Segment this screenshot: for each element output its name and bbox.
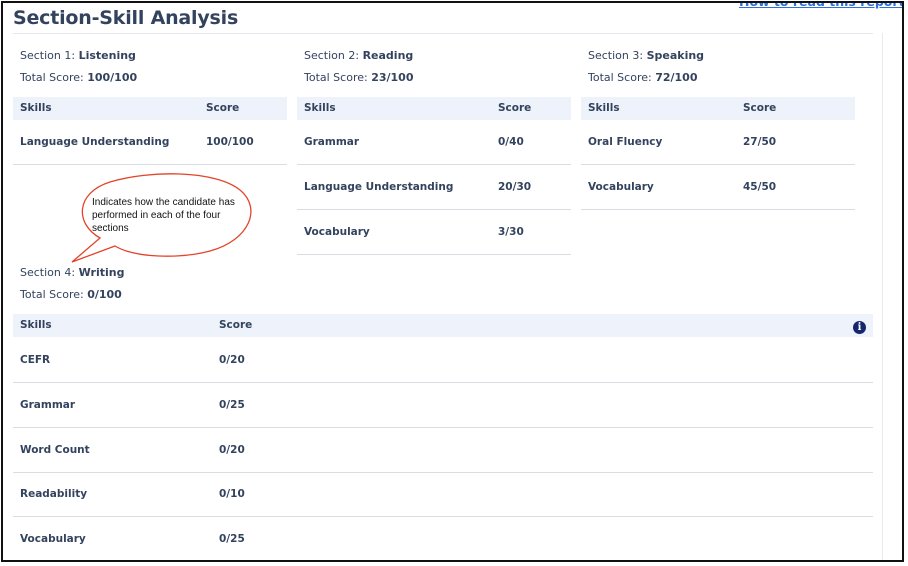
- section-1-score-value: 100/100: [87, 71, 138, 84]
- report-frame: Section-Skill Analysis How to read this …: [1, 1, 904, 562]
- section-3-prefix: Section 3:: [588, 49, 644, 62]
- section-2-name: Reading: [362, 49, 414, 62]
- skill-score: 0/20: [219, 354, 245, 366]
- right-divider: [882, 33, 883, 560]
- skill-name: Language Understanding: [304, 181, 454, 193]
- section-4-score-value: 0/100: [87, 288, 122, 301]
- info-icon[interactable]: i: [853, 321, 866, 334]
- skill-name: CEFR: [20, 354, 51, 366]
- column-header-skills: Skills: [20, 102, 52, 114]
- skill-name: Oral Fluency: [588, 136, 663, 148]
- column-header-skills: Skills: [588, 102, 620, 114]
- table-row: Vocabulary 3/30: [297, 210, 571, 255]
- skill-score: 0/25: [219, 533, 245, 545]
- section-4-table-header: Skills Score: [13, 314, 873, 337]
- section-1-name: Listening: [78, 49, 136, 62]
- header-divider: [13, 33, 873, 34]
- skill-score: 45/50: [743, 181, 777, 193]
- how-to-read-report-link[interactable]: How to read this report?: [739, 3, 902, 9]
- skill-score: 20/30: [498, 181, 532, 193]
- skill-score: 27/50: [743, 136, 777, 148]
- table-row: Language Understanding 20/30: [297, 165, 571, 210]
- section-3-name: Speaking: [646, 49, 705, 62]
- table-row: Word Count 0/20: [13, 428, 873, 473]
- skill-score: 100/100: [206, 136, 254, 148]
- section-1-table-header: Skills Score: [13, 97, 287, 120]
- skill-name: Grammar: [20, 399, 76, 411]
- skill-name: Vocabulary: [588, 181, 654, 193]
- skill-name: Language Understanding: [20, 136, 170, 148]
- page-title: Section-Skill Analysis: [13, 7, 239, 29]
- column-header-skills: Skills: [304, 102, 336, 114]
- section-2-total-score: Total Score: 23/100: [304, 71, 414, 84]
- section-4-total-score: Total Score: 0/100: [20, 288, 122, 301]
- section-3-table-header: Skills Score: [581, 97, 855, 120]
- section-2-prefix: Section 2:: [304, 49, 360, 62]
- section-2-score-label: Total Score:: [304, 71, 368, 84]
- skill-score: 0/20: [219, 444, 245, 456]
- column-header-score: Score: [743, 102, 777, 114]
- section-1-title: Section 1: Listening: [20, 49, 136, 62]
- section-4-prefix: Section 4:: [20, 266, 76, 279]
- table-row: Language Understanding 100/100: [13, 121, 287, 165]
- section-3-title: Section 3: Speaking: [588, 49, 704, 62]
- section-1-prefix: Section 1:: [20, 49, 76, 62]
- section-3-score-label: Total Score:: [588, 71, 652, 84]
- table-row: CEFR 0/20: [13, 338, 873, 383]
- skill-score: 3/30: [498, 226, 524, 238]
- table-row: Vocabulary 45/50: [581, 165, 855, 210]
- section-3-total-score: Total Score: 72/100: [588, 71, 698, 84]
- skill-score: 0/40: [498, 136, 524, 148]
- column-header-skills: Skills: [20, 319, 52, 331]
- column-header-score: Score: [219, 319, 253, 331]
- section-3-score-value: 72/100: [655, 71, 698, 84]
- skill-name: Grammar: [304, 136, 360, 148]
- table-row: Oral Fluency 27/50: [581, 121, 855, 165]
- skill-name: Vocabulary: [304, 226, 370, 238]
- section-2-table-header: Skills Score: [297, 97, 571, 120]
- skill-name: Vocabulary: [20, 533, 86, 545]
- table-row: Readability 0/10: [13, 473, 873, 517]
- section-4-score-label: Total Score:: [20, 288, 84, 301]
- table-row: Grammar 0/25: [13, 383, 873, 428]
- section-2-title: Section 2: Reading: [304, 49, 413, 62]
- section-4-name: Writing: [78, 266, 125, 279]
- column-header-score: Score: [206, 102, 240, 114]
- callout-text: Indicates how the candidate has performe…: [92, 197, 235, 234]
- section-1-total-score: Total Score: 100/100: [20, 71, 137, 84]
- skill-score: 0/25: [219, 399, 245, 411]
- table-row: Grammar 0/40: [297, 121, 571, 165]
- section-4-title: Section 4: Writing: [20, 266, 124, 279]
- section-2-score-value: 23/100: [371, 71, 414, 84]
- skill-name: Word Count: [20, 444, 90, 456]
- section-1-score-label: Total Score:: [20, 71, 84, 84]
- skill-score: 0/10: [219, 488, 245, 500]
- column-header-score: Score: [498, 102, 532, 114]
- table-row: Vocabulary 0/25: [13, 517, 873, 560]
- skill-name: Readability: [20, 488, 88, 500]
